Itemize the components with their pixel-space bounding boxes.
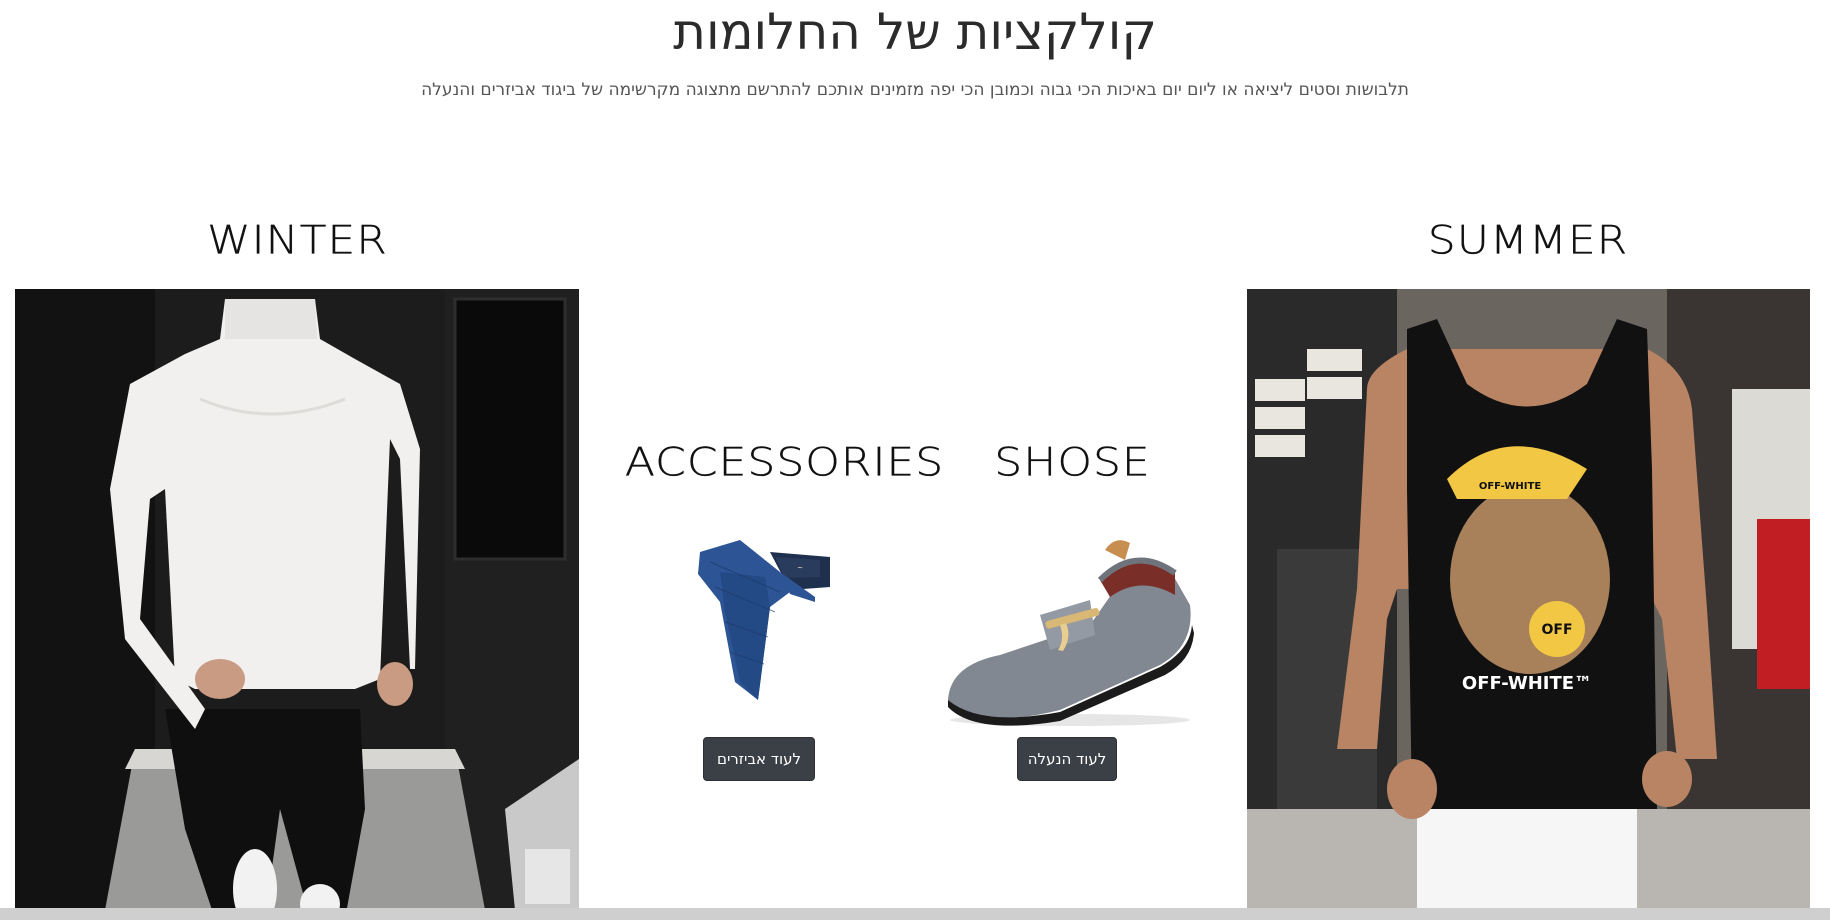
shoes-heading: SHOSE: [994, 439, 1151, 486]
loafer-shoe-icon: [948, 540, 1194, 726]
winter-model-image: [15, 289, 579, 910]
winter-heading: WINTER: [207, 217, 388, 264]
shirt-cap-text: OFF-WHITE: [1479, 481, 1541, 492]
svg-text:~: ~: [797, 564, 803, 572]
winter-collection-photo[interactable]: [15, 289, 579, 910]
accessories-heading: ACCESSORIES: [624, 439, 945, 486]
loafer-product-image[interactable]: [940, 515, 1195, 730]
shirt-print-logo: OFF-WHITE™: [1462, 673, 1592, 694]
tie-product-image[interactable]: ~: [680, 532, 840, 707]
shirt-badge-text: OFF: [1541, 622, 1572, 638]
summer-heading: SUMMER: [1427, 217, 1629, 264]
necktie-icon: ~: [698, 540, 830, 700]
summer-model-image: OFF OFF-WHITE™ OFF-WHITE: [1247, 289, 1810, 910]
horizontal-scrollbar[interactable]: [0, 908, 1830, 920]
more-shoes-button[interactable]: לעוד הנעלה: [1017, 737, 1117, 781]
page-subtitle: תלבושות וסטים ליציאה או ליום יום באיכות …: [421, 80, 1409, 100]
page-title: קולקציות של החלומות: [673, 3, 1157, 61]
more-accessories-button[interactable]: לעוד אביזרים: [703, 737, 815, 781]
summer-collection-photo[interactable]: OFF OFF-WHITE™ OFF-WHITE: [1247, 289, 1810, 910]
